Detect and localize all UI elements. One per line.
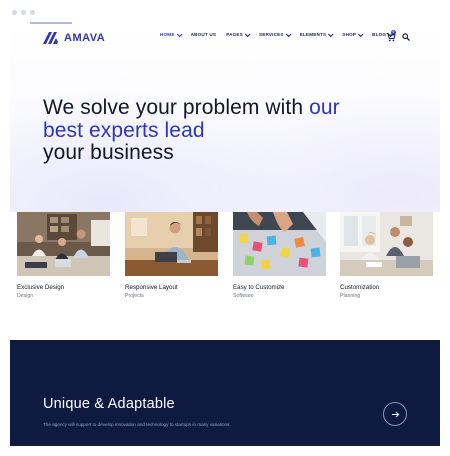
nav-item-pages[interactable]: PAGES <box>226 30 251 37</box>
nav-label: BLOG <box>372 32 387 37</box>
card-image-meeting <box>340 212 433 276</box>
hero-headline-line-1: We solve your problem with our <box>43 96 423 120</box>
band-subtitle: The agency will support to develop innov… <box>43 422 231 427</box>
hero-headline: We solve your problem with our best expe… <box>43 96 423 165</box>
search-icon[interactable] <box>402 33 410 41</box>
card-title[interactable]: Exclusive Design <box>17 284 64 291</box>
nav-label: HOME <box>160 32 175 37</box>
window-dot <box>12 10 17 15</box>
card-title[interactable]: Easy to Customize <box>233 284 285 291</box>
card-subtitle: Software <box>233 293 254 299</box>
card-image-office-team <box>17 212 110 276</box>
chevron-down-icon <box>328 30 334 37</box>
logo-text: AMAVA <box>64 32 106 44</box>
feature-card[interactable]: Exclusive Design Design <box>17 212 110 299</box>
hero-headline-line-2: best experts lead <box>43 118 205 142</box>
hero-headline-line-3: your business <box>43 141 174 164</box>
nav-item-elements[interactable]: ELEMENTS <box>299 30 334 37</box>
nav-item-shop[interactable]: SHOP <box>342 30 364 37</box>
logo-mark-icon <box>43 32 58 44</box>
band-title: Unique & Adaptable <box>43 396 175 412</box>
window-dot <box>30 10 35 15</box>
chevron-down-icon <box>358 30 364 37</box>
hero-text: We solve your problem with <box>43 96 310 119</box>
feature-card[interactable]: Easy to Customize Software <box>233 212 326 299</box>
window-dot <box>21 10 26 15</box>
nav-item-home[interactable]: HOME <box>160 30 183 37</box>
card-image-man-laptop <box>125 212 218 276</box>
chevron-down-icon <box>176 30 183 37</box>
arrow-right-icon <box>391 411 399 417</box>
card-subtitle: Projects <box>125 293 144 299</box>
card-title[interactable]: Customization <box>340 284 379 291</box>
nav-item-services[interactable]: SERVICES <box>258 30 292 37</box>
cart-count-badge: 0 <box>391 30 396 35</box>
card-image-sticky-notes <box>233 212 326 276</box>
hero-accent-text: our <box>309 96 340 119</box>
band-next-button[interactable] <box>383 402 407 426</box>
logo[interactable]: AMAVA <box>43 30 105 46</box>
logo-tagline-bar <box>30 22 72 24</box>
page: AMAVA HOME ABOUT US PAGES SERVICES ELEME… <box>10 22 440 456</box>
card-subtitle: Design <box>17 293 34 299</box>
chevron-down-icon <box>244 30 251 37</box>
nav-label: ELEMENTS <box>299 32 327 37</box>
card-subtitle: Planning <box>340 293 361 299</box>
nav-label: SERVICES <box>258 32 284 37</box>
chevron-down-icon <box>285 30 292 37</box>
nav-label: ABOUT US <box>190 32 217 37</box>
main-nav: HOME ABOUT US PAGES SERVICES ELEMENTS SH… <box>160 30 402 37</box>
feature-band: Unique & Adaptable The agency will suppo… <box>10 340 440 446</box>
window-chrome <box>0 0 450 22</box>
card-title[interactable]: Responsive Layout <box>125 284 178 291</box>
nav-label: SHOP <box>342 32 357 37</box>
feature-card[interactable]: Customization Planning <box>340 212 433 299</box>
nav-item-about-us[interactable]: ABOUT US <box>191 32 217 37</box>
site-header: AMAVA HOME ABOUT US PAGES SERVICES ELEME… <box>10 22 440 52</box>
nav-label: PAGES <box>226 32 243 37</box>
feature-card[interactable]: Responsive Layout Projects <box>125 212 218 299</box>
